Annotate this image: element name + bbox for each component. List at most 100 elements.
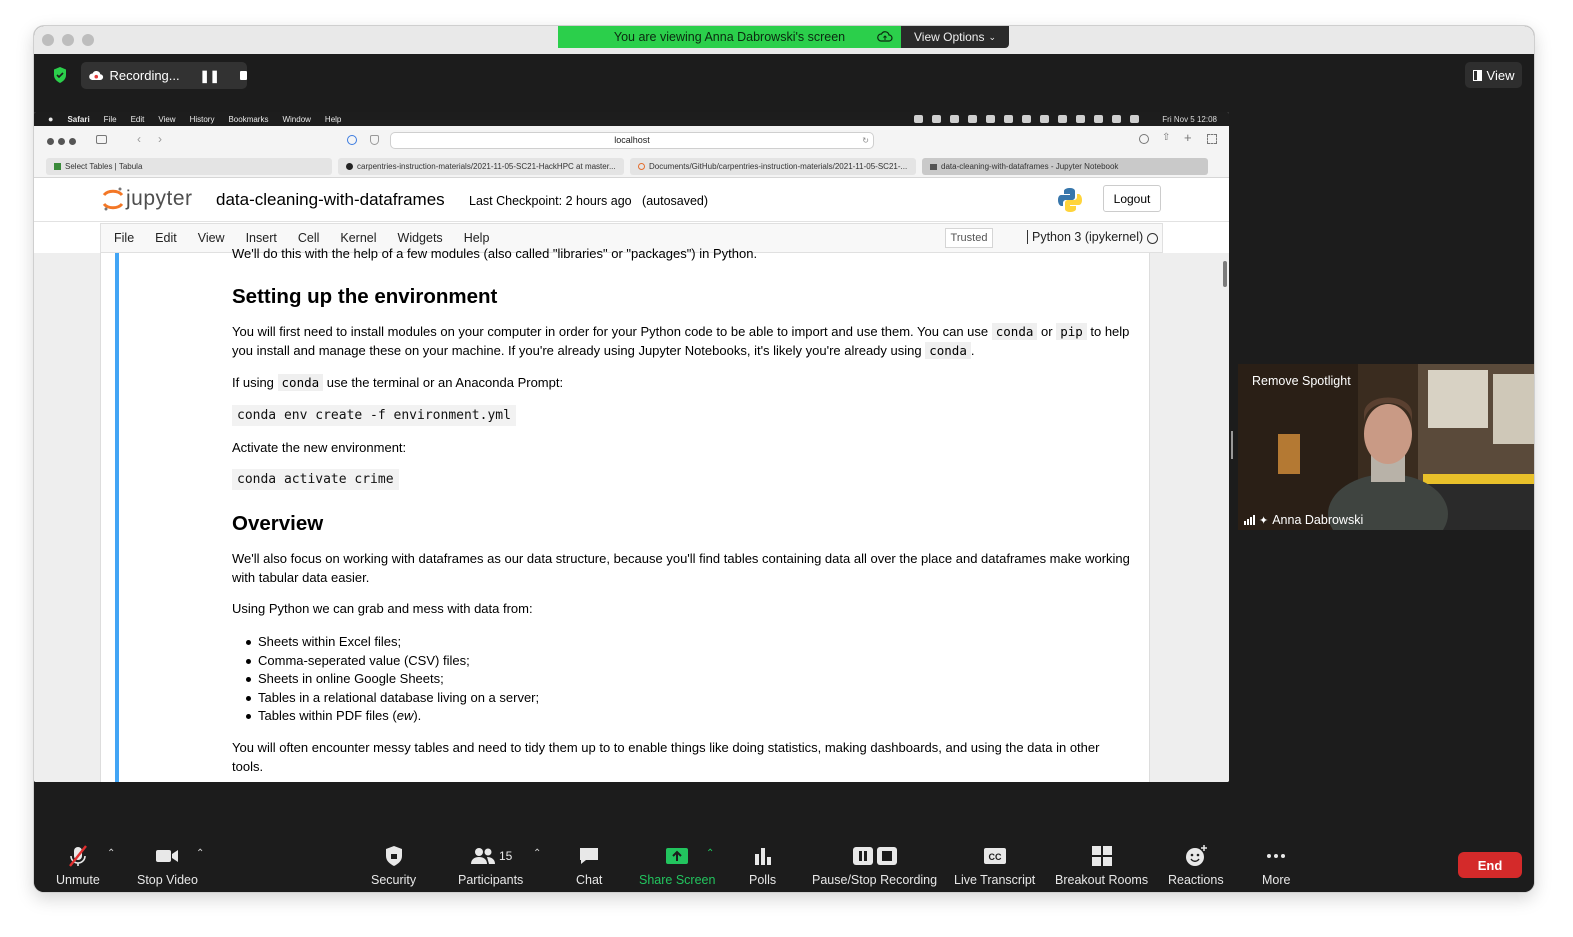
stop-recording-icon[interactable] [239, 71, 247, 80]
text-run: Tables within PDF files ( [258, 708, 397, 724]
share-options-chevron-icon[interactable]: ⌃ [706, 848, 714, 859]
meeting-toolbar: Unmute ⌃ Stop Video ⌃ Security 15 Partic… [34, 834, 1534, 892]
more-button[interactable]: More [1262, 844, 1290, 887]
more-dots-icon [1267, 854, 1286, 858]
pause-stop-recording-label: Pause/Stop Recording [812, 873, 938, 887]
security-button[interactable]: Security [371, 844, 416, 887]
menu-widgets[interactable]: Widgets [398, 231, 443, 245]
zoom-titlebar: You are viewing Anna Dabrowski's screen … [34, 26, 1534, 54]
view-layout-button[interactable]: View [1465, 62, 1522, 88]
viewing-banner: You are viewing Anna Dabrowski's screen … [558, 26, 1009, 48]
chat-button[interactable]: Chat [576, 844, 602, 887]
safari-window-controls [47, 138, 76, 145]
tab-jupyter-tree[interactable]: Documents/GitHub/carpentries-instruction… [630, 158, 916, 175]
zoom-window-button[interactable] [82, 34, 94, 46]
sidebar-toggle-icon [96, 135, 107, 144]
menu-insert[interactable]: Insert [246, 231, 277, 245]
tab-github[interactable]: carpentries-instruction-materials/2021-1… [338, 158, 624, 175]
paragraph-messy-tables: You will often encounter messy tables an… [232, 740, 1100, 774]
control-center-icon [1130, 115, 1140, 123]
kernel-name[interactable]: Python 3 (ipykernel) [1027, 230, 1143, 244]
tab-tabula[interactable]: Select Tables | Tabula [46, 158, 332, 175]
muted-microphone-icon [68, 845, 87, 867]
menu-cell[interactable]: Cell [298, 231, 320, 245]
paragraph-if-using: If using conda use the terminal or an An… [232, 373, 1132, 392]
live-transcript-button[interactable]: CC Live Transcript [954, 844, 1035, 887]
breakout-rooms-button[interactable]: Breakout Rooms [1055, 844, 1148, 887]
pause-recording-icon[interactable]: ❚❚ [200, 69, 220, 83]
participants-count: 15 [498, 849, 513, 863]
jupyter-logo-text: jupyter [126, 187, 193, 210]
pause-stop-recording-button[interactable]: Pause/Stop Recording [812, 844, 937, 887]
view-options-button[interactable]: View Options ⌄ [901, 26, 1009, 48]
logout-button[interactable]: Logout [1103, 185, 1161, 212]
end-meeting-button[interactable]: End [1458, 852, 1522, 878]
menu-kernel[interactable]: Kernel [340, 231, 376, 245]
video-options-chevron-icon[interactable]: ⌃ [196, 848, 204, 859]
shield-icon [370, 135, 379, 145]
notebook-area: We'll do this with the help of a few mod… [34, 246, 1229, 782]
panel-divider[interactable] [1231, 431, 1233, 459]
text-run: use the terminal or an Anaconda Prompt: [323, 375, 564, 390]
remove-spotlight-button[interactable]: Remove Spotlight [1252, 374, 1351, 388]
menu-help[interactable]: Help [464, 231, 490, 245]
github-favicon [346, 163, 353, 170]
spotlight-search-icon [1112, 115, 1122, 123]
tabula-favicon [54, 163, 61, 170]
status-icon [968, 115, 978, 123]
menu-edit[interactable]: Edit [155, 231, 177, 245]
polls-button[interactable]: Polls [749, 844, 776, 887]
participants-icon [470, 848, 495, 864]
tab-notebook[interactable]: data-cleaning-with-dataframes - Jupyter … [922, 158, 1208, 175]
jupyter-logo[interactable]: jupyter [102, 186, 193, 212]
bluetooth-icon [1058, 115, 1068, 123]
checkpoint-label: Last Checkpoint: 2 hours ago [469, 194, 632, 208]
safari-tabs: Select Tables | Tabula carpentries-instr… [46, 158, 1218, 175]
text-run: If using [232, 375, 278, 390]
signal-strength-icon [1244, 515, 1255, 525]
new-tab-icon: + [1184, 130, 1192, 145]
minimize-window-button[interactable] [62, 34, 74, 46]
reactions-smiley-icon [1185, 845, 1207, 866]
mac-menu-edit: Edit [130, 114, 145, 124]
status-icon [950, 115, 960, 123]
menu-file[interactable]: File [114, 231, 134, 245]
viewing-banner-text: You are viewing Anna Dabrowski's screen [558, 26, 901, 48]
notebook-title[interactable]: data-cleaning-with-dataframes [216, 190, 445, 210]
privacy-icon [347, 135, 357, 145]
reactions-button[interactable]: Reactions [1168, 844, 1224, 887]
stop-video-button[interactable]: Stop Video [137, 844, 198, 887]
markdown-cell[interactable]: We'll do this with the help of a few mod… [100, 246, 1150, 782]
inline-code-conda: conda [925, 342, 971, 359]
apple-icon: ● [48, 114, 54, 124]
forward-icon: › [158, 132, 162, 146]
logout-label: Logout [1113, 191, 1151, 206]
heading-overview: Overview [232, 512, 324, 535]
encryption-shield-icon[interactable] [52, 66, 68, 84]
share-screen-button[interactable]: Share Screen [639, 844, 715, 887]
close-window-button[interactable] [42, 34, 54, 46]
speaker-video[interactable]: Remove Spotlight ✦ Anna Dabrowski [1238, 364, 1534, 530]
participants-chevron-icon[interactable]: ⌃ [533, 848, 541, 859]
reload-icon[interactable]: ↻ [862, 133, 869, 148]
mac-menu-bar: ● Safari File Edit View History Bookmark… [34, 112, 1229, 126]
safari-toolbar: ‹ › localhost ↻ ⇧ + Select Tables | Tabu… [34, 126, 1229, 178]
notebook-scrollbar[interactable] [1223, 261, 1227, 287]
participants-button[interactable]: 15 Participants [458, 844, 523, 887]
paragraph-sources: Using Python we can grab and mess with d… [232, 601, 533, 616]
pause-stop-icons [852, 847, 897, 865]
inline-code-pip: pip [1056, 323, 1087, 340]
video-camera-icon [156, 850, 179, 862]
back-icon: ‹ [137, 132, 141, 146]
unmute-button[interactable]: Unmute [56, 844, 100, 887]
recording-label: Recording... [109, 68, 180, 83]
audio-options-chevron-icon[interactable]: ⌃ [107, 848, 115, 859]
address-bar[interactable]: localhost ↻ [390, 132, 874, 149]
text-run: . [970, 343, 975, 358]
video-feed-image [1238, 364, 1534, 530]
code-block-create: conda env create -f environment.yml [232, 405, 516, 426]
menu-view[interactable]: View [198, 231, 225, 245]
trusted-label: Trusted [950, 232, 988, 244]
zoom-window: You are viewing Anna Dabrowski's screen … [34, 26, 1534, 892]
mac-status-icons: Fri Nov 5 12:08 [914, 112, 1217, 126]
